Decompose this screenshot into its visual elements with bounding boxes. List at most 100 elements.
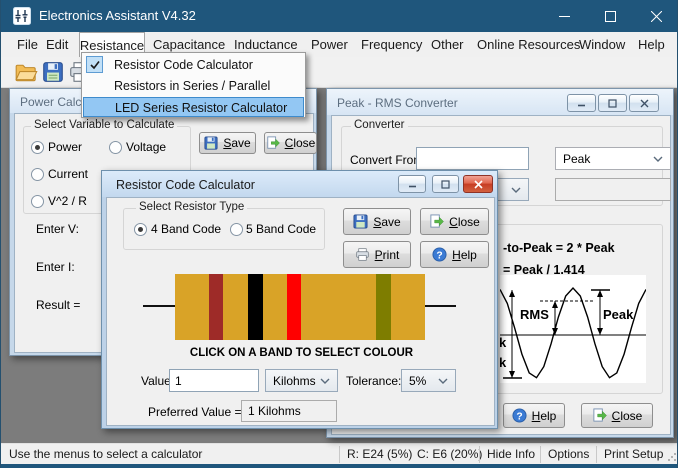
maximize-icon: [608, 98, 617, 108]
chevron-down-icon: [511, 187, 521, 193]
app-icon: [13, 7, 31, 25]
resistor-band-1[interactable]: [209, 274, 223, 340]
window-title: Electronics Assistant V4.32: [39, 8, 196, 23]
open-file-icon[interactable]: [14, 60, 38, 84]
radio-voltage[interactable]: [109, 141, 122, 154]
dialog-maximize-button[interactable]: [432, 175, 459, 193]
peak-close-button[interactable]: [629, 94, 659, 112]
tolerance-value: 5%: [409, 373, 427, 388]
status-options[interactable]: Options: [548, 447, 589, 461]
radio-power-label: Power: [48, 140, 83, 154]
converter-group-label: Converter: [351, 119, 408, 131]
peak-help-button[interactable]: ? Help: [503, 403, 565, 428]
resistor-lead-left: [143, 305, 175, 307]
radio-5-band[interactable]: [230, 223, 243, 236]
menu-file[interactable]: File: [13, 32, 42, 57]
check-icon: [89, 60, 100, 69]
resistor-lead-right: [425, 305, 456, 307]
power-close-label: Close: [284, 136, 316, 150]
title-bar: Electronics Assistant V4.32: [1, 0, 677, 32]
dialog-minimize-button[interactable]: [398, 175, 426, 193]
radio-v2r[interactable]: [31, 195, 44, 208]
dialog-save-button[interactable]: Save: [343, 208, 411, 235]
dialog-close-button[interactable]: [463, 175, 493, 193]
dialog-print-button[interactable]: Print: [343, 241, 411, 268]
chevron-down-icon: [320, 378, 330, 384]
power-save-button[interactable]: Save: [199, 132, 256, 154]
minimize-button[interactable]: [541, 0, 587, 32]
menu-help[interactable]: Help: [634, 32, 669, 57]
menu-frequency[interactable]: Frequency: [357, 32, 426, 57]
resistor-code-dialog: Resistor Code Calculator Select Resistor…: [101, 170, 498, 429]
peak-close-button-bottom[interactable]: Close: [581, 403, 653, 428]
power-window-title: Power Calc: [20, 95, 82, 109]
dialog-help-label: Help: [452, 247, 477, 262]
tolerance-label: Tolerance:: [346, 374, 402, 388]
peak-window-title: Peak - RMS Converter: [337, 96, 458, 110]
unit-value: Kilohms: [273, 373, 316, 388]
radio-power[interactable]: [31, 141, 44, 154]
radio-current[interactable]: [31, 168, 44, 181]
peak-to-peak-fragment-1: k: [500, 335, 507, 350]
resistor-band-2[interactable]: [248, 274, 263, 340]
close-button[interactable]: [633, 0, 677, 32]
menu-power[interactable]: Power: [307, 32, 352, 57]
menu-window[interactable]: Window: [575, 32, 629, 57]
radio-4-band-label: 4 Band Code: [151, 222, 222, 236]
maximize-button[interactable]: [587, 0, 633, 32]
status-message: Use the menus to select a calculator: [9, 447, 203, 461]
menu-item-led-series-resistor[interactable]: LED Series Resistor Calculator: [83, 97, 304, 117]
save-icon: [204, 136, 218, 150]
menu-item-resistor-code-calculator[interactable]: Resistor Code Calculator: [83, 55, 304, 75]
print-icon: [356, 248, 369, 261]
radio-current-label: Current: [48, 167, 89, 181]
enter-i-label: Enter I:: [36, 260, 75, 274]
peak-close-label: Close: [611, 408, 643, 423]
status-separator: [540, 446, 541, 463]
menu-edit[interactable]: Edit: [42, 32, 72, 57]
minimize-icon: [558, 15, 570, 17]
svg-text:?: ?: [437, 250, 443, 261]
preferred-value-label: Preferred Value =: [148, 405, 242, 419]
convert-result-field: [555, 178, 671, 201]
dialog-close-button-main[interactable]: Close: [420, 208, 489, 235]
peak-help-label: Help: [531, 408, 557, 423]
maximize-icon: [441, 179, 450, 189]
peak-minimize-button[interactable]: [567, 94, 596, 112]
peak-window-titlebar[interactable]: Peak - RMS Converter: [327, 89, 673, 115]
resize-grip[interactable]: [667, 452, 677, 462]
close-icon: [640, 99, 648, 107]
dialog-help-button[interactable]: ? Help: [420, 241, 489, 268]
preferred-value-field: 1 Kilohms: [241, 400, 337, 422]
status-hide-info[interactable]: Hide Info: [487, 447, 535, 461]
save-icon[interactable]: [41, 60, 65, 84]
close-window-icon: [266, 136, 280, 149]
value-input[interactable]: [169, 369, 259, 392]
convert-from-input[interactable]: [416, 147, 529, 170]
status-c-series: C: E6 (20%): [417, 447, 483, 461]
app-window: Electronics Assistant V4.32 File Edit Re…: [0, 0, 678, 468]
power-close-button[interactable]: Close: [264, 132, 317, 154]
radio-5-band-label: 5 Band Code: [246, 222, 317, 236]
radio-v2r-label: V^2 / R: [48, 194, 87, 208]
tolerance-combo[interactable]: 5%: [401, 369, 456, 392]
status-separator: [479, 446, 480, 463]
preferred-value: 1 Kilohms: [248, 404, 301, 418]
save-icon: [353, 214, 368, 229]
peak-maximize-button[interactable]: [598, 94, 627, 112]
resistor-band-3[interactable]: [287, 274, 301, 340]
window-bottom-frame: [1, 464, 677, 468]
unit-from-combo[interactable]: Peak: [555, 147, 671, 170]
minimize-icon: [578, 104, 585, 106]
menu-other[interactable]: Other: [427, 32, 468, 57]
dialog-save-label: Save: [373, 214, 401, 229]
radio-4-band[interactable]: [134, 223, 147, 236]
menu-online-resources[interactable]: Online Resources: [473, 32, 584, 57]
resistor-band-4[interactable]: [376, 274, 391, 340]
svg-text:?: ?: [516, 411, 522, 422]
resistor-dialog-titlebar[interactable]: Resistor Code Calculator: [102, 171, 497, 197]
radio-voltage-label: Voltage: [126, 140, 167, 154]
unit-combo[interactable]: Kilohms: [265, 369, 338, 392]
menu-item-resistors-series-parallel[interactable]: Resistors in Series / Parallel: [83, 76, 304, 96]
status-print-setup[interactable]: Print Setup: [604, 447, 663, 461]
